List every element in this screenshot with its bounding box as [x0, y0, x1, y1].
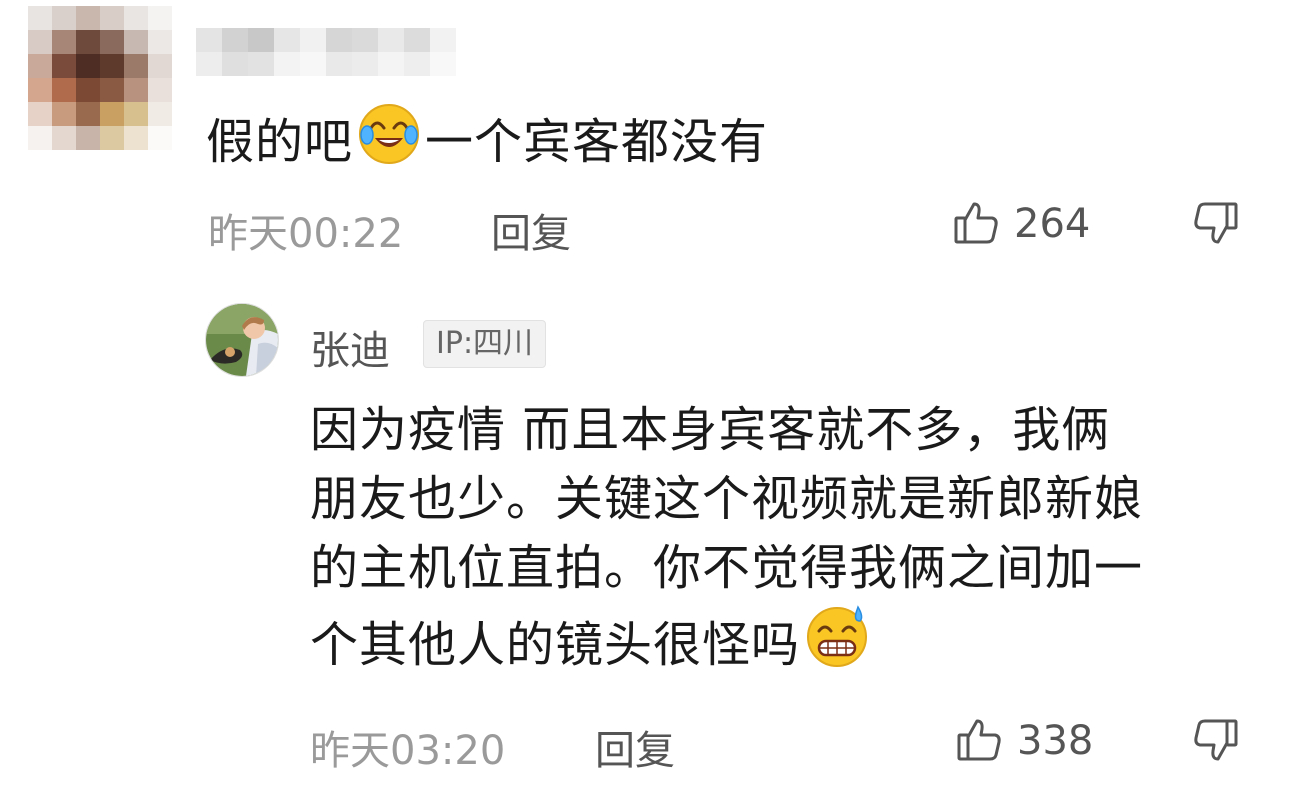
comment-text-part1: 假的吧 [206, 114, 354, 170]
like-button[interactable] [952, 198, 1000, 246]
username-pixelated[interactable] [196, 28, 456, 76]
like-count: 264 [1014, 201, 1091, 247]
reply-like-count: 338 [1017, 718, 1094, 764]
reply-text-line-4-words: 个其他人的镜头很怪吗 [310, 617, 801, 673]
reply-reply-button[interactable]: 回复 [595, 718, 675, 776]
reply-text-line-4: 个其他人的镜头很怪吗 [310, 603, 874, 688]
thumbs-down-icon [1192, 200, 1240, 248]
avatar[interactable] [205, 303, 279, 377]
dislike-button[interactable] [1192, 200, 1240, 248]
reply-username[interactable]: 张迪 [310, 318, 390, 376]
grinning-sweat-emoji-icon [804, 603, 870, 688]
comment-text: 假的吧 一个宾客都没有 [206, 102, 768, 185]
thumbs-up-icon [955, 715, 1003, 763]
reply-like-button[interactable] [955, 715, 1003, 763]
reply-button[interactable]: 回复 [491, 201, 571, 259]
thumbs-up-icon [952, 198, 1000, 246]
avatar-pixelated[interactable] [28, 6, 172, 150]
reply-dislike-button[interactable] [1192, 717, 1240, 765]
thumbs-down-icon [1192, 717, 1240, 765]
ip-location-badge: IP:四川 [423, 320, 547, 368]
comment-text-part2: 一个宾客都没有 [425, 114, 769, 170]
reply-text-line-3: 的主机位直拍。你不觉得我俩之间加一 [310, 540, 1144, 596]
reply-text-line-1: 因为疫情 而且本身宾客就不多，我俩 [310, 402, 1111, 458]
reply-time: 昨天03:20 [310, 728, 506, 774]
crying-laughing-emoji-icon [357, 102, 421, 185]
comment-time: 昨天00:22 [208, 211, 404, 257]
reply-text-line-2: 朋友也少。关键这个视频就是新郎新娘 [310, 471, 1144, 527]
